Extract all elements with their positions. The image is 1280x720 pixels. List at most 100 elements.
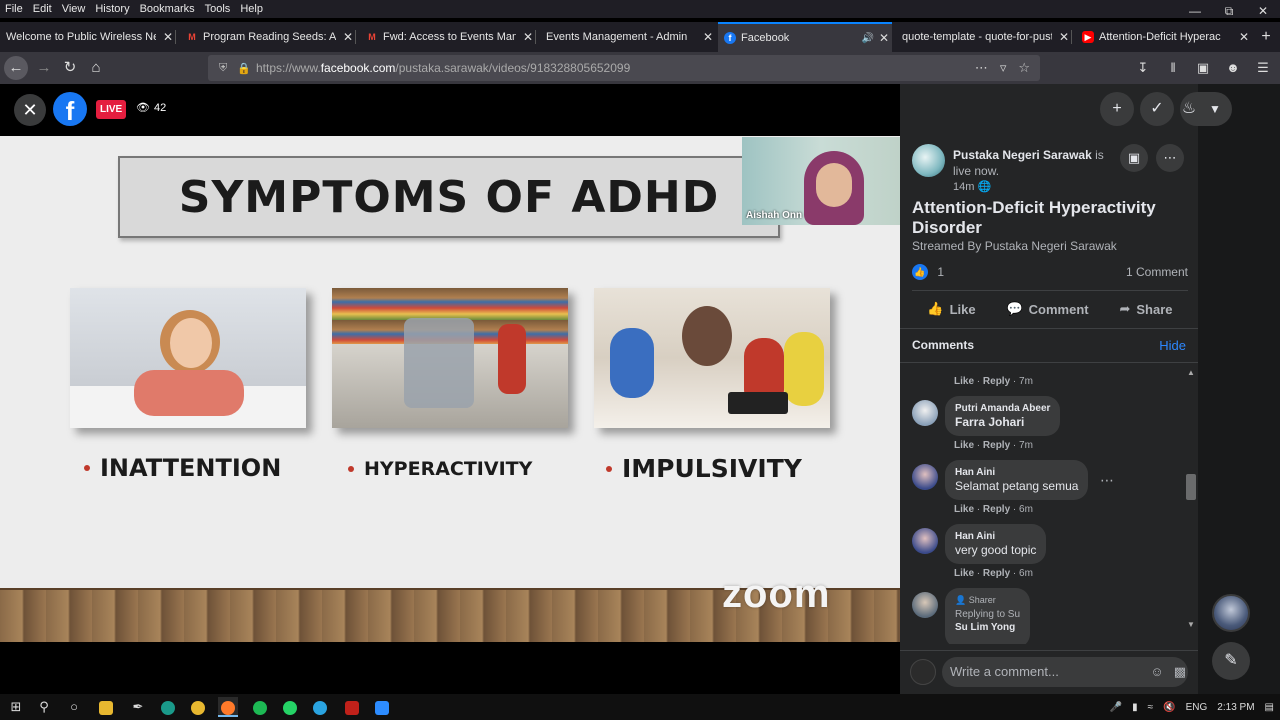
post-timestamp[interactable]: 14m 🌐	[953, 180, 991, 193]
comment-count[interactable]: 1 Comment	[1126, 265, 1188, 279]
scroll-up-icon[interactable]: ▲	[1186, 368, 1196, 377]
zoom-app-icon[interactable]	[372, 697, 392, 717]
tab-close-icon[interactable]: ✕	[876, 31, 892, 45]
tab-close-icon[interactable]: ✕	[1236, 30, 1252, 44]
sticker-icon[interactable]: ▩	[1174, 664, 1186, 680]
comment-options-icon[interactable]: ⋯	[1100, 472, 1114, 489]
restore-icon[interactable]: ⧉	[1212, 0, 1246, 18]
downloads-icon[interactable]: ↧	[1132, 56, 1154, 80]
save-icon[interactable]: ▣	[1120, 144, 1148, 172]
scroll-down-icon[interactable]: ▼	[1186, 620, 1196, 629]
minimize-icon[interactable]: —	[1178, 0, 1212, 18]
firefox-icon[interactable]	[218, 697, 238, 717]
speaker-icon[interactable]: 🔊	[862, 33, 874, 44]
chrome-icon[interactable]	[188, 697, 208, 717]
comment-author[interactable]: Putri Amanda Abeer	[955, 402, 1050, 415]
menu-bookmarks[interactable]: Bookmarks	[135, 3, 200, 15]
like-button[interactable]: 👍 Like	[927, 296, 975, 322]
telegram-icon[interactable]	[310, 697, 330, 717]
more-options-icon[interactable]: ⋯	[1156, 144, 1184, 172]
commenter-avatar[interactable]	[912, 528, 938, 554]
notifications-icon[interactable]: ▤	[1265, 702, 1274, 713]
tab-fwd-access[interactable]: M Fwd: Access to Events Manag ✕	[360, 22, 536, 52]
menu-file[interactable]: File	[0, 3, 28, 15]
tab-quote-template[interactable]: quote-template - quote-for-pust ✕	[896, 22, 1072, 52]
comment-button[interactable]: 💬 Comment	[1006, 296, 1088, 322]
volume-muted-icon[interactable]: 🔇	[1163, 702, 1175, 713]
lock-icon[interactable]: 🔒	[237, 62, 251, 75]
page-actions-icon[interactable]: ⋯	[975, 60, 988, 76]
tab-close-icon[interactable]: ✕	[1056, 30, 1072, 44]
contact-avatar[interactable]	[1212, 594, 1250, 632]
back-icon[interactable]: ←	[4, 56, 28, 80]
share-button[interactable]: ➦ Share	[1119, 296, 1172, 322]
create-plus-icon[interactable]: +	[1100, 92, 1134, 126]
url-text[interactable]: https://www.facebook.com/pustaka.sarawak…	[256, 61, 975, 75]
acrobat-icon[interactable]	[342, 697, 362, 717]
account-icon[interactable]: ☻	[1222, 56, 1244, 80]
library-icon[interactable]: ‖	[1162, 56, 1184, 80]
comment-like-link[interactable]: Like	[954, 504, 974, 515]
tab-close-icon[interactable]: ✕	[520, 30, 536, 44]
hamburger-menu-icon[interactable]: ☰	[1252, 56, 1274, 80]
reply-target-name[interactable]: Su Lim Yong	[955, 621, 1020, 634]
messenger-icon[interactable]: ✓	[1140, 92, 1174, 126]
new-tab-icon[interactable]: +	[1256, 22, 1276, 52]
search-icon[interactable]: ⚲	[34, 697, 54, 717]
wifi-icon[interactable]: ≈	[1148, 702, 1154, 713]
reaction-count[interactable]: 1	[937, 265, 944, 279]
file-explorer-icon[interactable]	[96, 697, 116, 717]
menu-edit[interactable]: Edit	[28, 3, 57, 15]
sidebar-icon[interactable]: ▣	[1192, 56, 1214, 80]
home-icon[interactable]: ⌂	[84, 56, 108, 80]
tab-events-management[interactable]: Events Management - Admin ✕	[540, 22, 716, 52]
comment-like-link[interactable]: Like	[954, 568, 974, 579]
clock[interactable]: 2:13 PM	[1217, 702, 1254, 713]
video-player[interactable]: ✕ f LIVE 👁 42 SYMPTOMS OF ADHD INATTENTI…	[0, 84, 900, 694]
comment-author[interactable]: Han Aini	[955, 466, 1078, 479]
battery-icon[interactable]: ▮	[1132, 702, 1138, 713]
edge-icon[interactable]	[158, 697, 178, 717]
bookmark-star-icon[interactable]: ☆	[1018, 60, 1030, 76]
menu-view[interactable]: View	[57, 3, 91, 15]
page-name-link[interactable]: Pustaka Negeri Sarawak	[953, 148, 1092, 162]
spotify-icon[interactable]	[250, 697, 270, 717]
commenter-avatar[interactable]	[912, 400, 938, 426]
reload-icon[interactable]: ↻	[58, 56, 82, 80]
whatsapp-icon[interactable]	[280, 697, 300, 717]
like-reaction-icon[interactable]: 👍	[912, 264, 928, 280]
close-window-icon[interactable]: ✕	[1246, 0, 1280, 18]
comment-reply-link[interactable]: Reply	[983, 376, 1010, 387]
tab-facebook[interactable]: f Facebook 🔊 ✕	[718, 22, 892, 52]
hide-comments-link[interactable]: Hide	[1159, 338, 1186, 353]
tab-close-icon[interactable]: ✕	[160, 30, 176, 44]
tab-public-wireless[interactable]: Welcome to Public Wireless Netw ✕	[0, 22, 176, 52]
forward-icon[interactable]: →	[32, 56, 56, 80]
comment-reply-link[interactable]: Reply	[983, 568, 1010, 579]
close-icon[interactable]: ✕	[14, 94, 46, 126]
comment-reply-link[interactable]: Reply	[983, 504, 1010, 515]
tab-program-reading-seeds[interactable]: M Program Reading Seeds: Attr ✕	[180, 22, 356, 52]
emoji-icon[interactable]: ☺	[1150, 664, 1163, 680]
tab-close-icon[interactable]: ✕	[700, 30, 716, 44]
url-bar[interactable]: ⛨ 🔒 https://www.facebook.com/pustaka.sar…	[208, 55, 1040, 81]
task-view-icon[interactable]: ○	[64, 697, 84, 717]
comment-author[interactable]: Han Aini	[955, 530, 1036, 543]
menu-history[interactable]: History	[90, 3, 134, 15]
comments-scrollbar[interactable]: ▲ ▼	[1186, 368, 1196, 632]
pocket-icon[interactable]: ▿	[1000, 60, 1007, 76]
microphone-icon[interactable]: 🎤	[1110, 702, 1122, 713]
windows-start-icon[interactable]: ⊞	[6, 697, 26, 717]
language-indicator[interactable]: ENG	[1186, 702, 1208, 713]
comment-like-link[interactable]: Like	[954, 440, 974, 451]
page-avatar[interactable]	[912, 144, 945, 177]
menu-tools[interactable]: Tools	[200, 3, 236, 15]
tab-adhd-youtube[interactable]: ▶ Attention-Deficit Hyperac ✕	[1076, 22, 1252, 52]
facebook-logo-icon[interactable]: f	[53, 92, 87, 126]
commenter-avatar[interactable]	[912, 464, 938, 490]
new-message-icon[interactable]: ✎	[1212, 642, 1250, 680]
commenter-avatar[interactable]	[912, 592, 938, 618]
comment-reply-link[interactable]: Reply	[983, 440, 1010, 451]
tab-close-icon[interactable]: ✕	[340, 30, 356, 44]
app-icon[interactable]: ✒	[128, 697, 148, 717]
